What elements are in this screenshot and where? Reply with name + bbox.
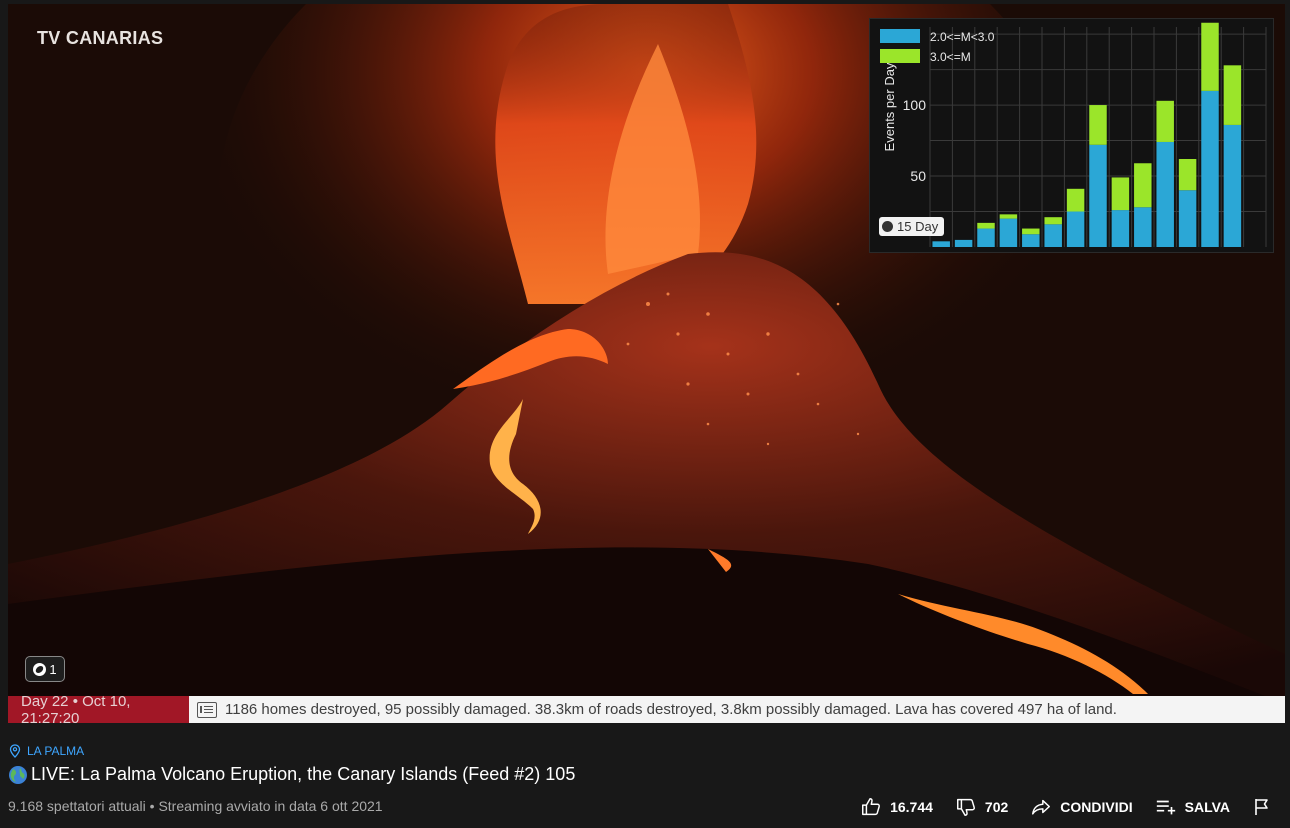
- bar-m2-5: [1022, 234, 1040, 247]
- video-title: LIVE: La Palma Volcano Eruption, the Can…: [8, 764, 575, 785]
- video-player[interactable]: TV CANARIAS 50 100 Events per Day 2.0<=M<3…: [8, 4, 1285, 723]
- legend-swatch: [880, 29, 920, 43]
- video-title-text: LIVE: La Palma Volcano Eruption, the Can…: [31, 764, 576, 784]
- playlist-add-icon: [1156, 800, 1175, 815]
- ticker-text: 1186 homes destroyed, 95 possibly damage…: [225, 701, 1117, 718]
- location-label: LA PALMA: [27, 744, 85, 758]
- bar-m2-11: [1156, 141, 1174, 247]
- bar-m3-8: [1089, 105, 1107, 145]
- bar-m2-3: [977, 228, 995, 247]
- bar-m3-11: [1156, 100, 1174, 142]
- dislike-button[interactable]: 702: [955, 796, 1008, 818]
- bar-m3-3: [977, 222, 995, 229]
- action-bar: 16.744 702 CONDIVIDI SALVA: [860, 796, 1272, 818]
- flag-icon: [1255, 799, 1268, 815]
- bar-m2-4: [999, 218, 1018, 247]
- channel-badge-number: 1: [49, 661, 57, 677]
- location-link[interactable]: LA PALMA: [9, 744, 84, 758]
- bar-m3-12: [1178, 159, 1197, 191]
- y-tick-label: 50: [910, 168, 926, 184]
- bar-m3-10: [1134, 163, 1152, 208]
- bar-m2-13: [1201, 90, 1219, 247]
- bar-m3-6: [1044, 217, 1062, 225]
- bar-m2-10: [1134, 207, 1152, 247]
- bar-m2-7: [1066, 211, 1085, 247]
- bar-m2-2: [954, 239, 973, 247]
- share-icon: [1032, 799, 1051, 815]
- share-button[interactable]: CONDIVIDI: [1030, 796, 1133, 818]
- bar-m3-7: [1066, 188, 1085, 212]
- y-axis-label: Events per Day: [882, 62, 897, 151]
- bar-m2-12: [1178, 190, 1197, 247]
- bar-m2-1: [932, 241, 950, 247]
- bar-m2-14: [1223, 124, 1242, 247]
- globe-icon: [9, 765, 27, 784]
- ticker-date: Day 22 • Oct 10, 21:27:20: [8, 693, 189, 723]
- legend-swatch: [880, 49, 920, 63]
- seismic-chart: 50 100 Events per Day 2.0<=M<3.0 3.0<=M 15 …: [869, 18, 1274, 253]
- save-label: SALVA: [1184, 799, 1230, 815]
- location-pin-icon: [9, 744, 21, 758]
- like-button[interactable]: 16.744: [860, 796, 933, 818]
- bar-m2-9: [1111, 210, 1130, 247]
- bar-m2-8: [1089, 144, 1107, 247]
- legend-label: 2.0<=M<3.0: [930, 30, 995, 44]
- disc-icon: [882, 221, 893, 232]
- bar-m3-13: [1201, 22, 1219, 91]
- video-meta: 9.168 spettatori attuali • Streaming avv…: [8, 798, 383, 814]
- disc-icon: [33, 662, 47, 676]
- channel-logo: TV CANARIAS: [37, 28, 164, 48]
- dislike-count: 702: [984, 799, 1009, 815]
- like-count: 16.744: [890, 799, 933, 815]
- bar-m3-9: [1111, 177, 1130, 211]
- y-tick-label: 100: [903, 97, 927, 113]
- bar-m3-5: [1022, 228, 1040, 235]
- report-button[interactable]: [1252, 797, 1272, 817]
- news-ticker: Day 22 • Oct 10, 21:27:20 1186 homes des…: [8, 693, 1285, 723]
- chart-badge-label: 15 Day: [897, 219, 939, 234]
- bar-m3-14: [1223, 65, 1242, 125]
- legend-label: 3.0<=M: [930, 50, 971, 64]
- channel-badge: 1: [25, 656, 65, 682]
- bar-m2-6: [1044, 224, 1062, 247]
- chart-period-badge: 15 Day: [879, 217, 945, 236]
- thumbs-up-icon: [862, 798, 881, 816]
- save-button[interactable]: SALVA: [1155, 796, 1230, 818]
- newspaper-icon: [197, 701, 217, 718]
- bar-m3-4: [999, 214, 1018, 219]
- share-label: CONDIVIDI: [1060, 799, 1133, 815]
- thumbs-down-icon: [956, 798, 975, 816]
